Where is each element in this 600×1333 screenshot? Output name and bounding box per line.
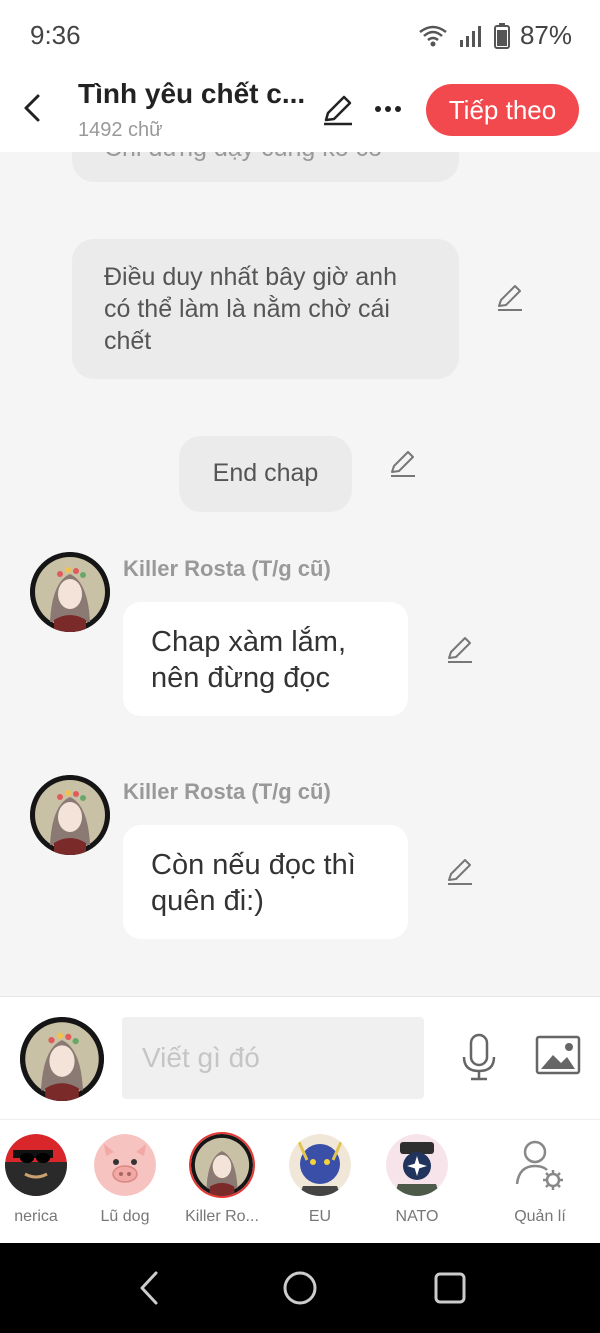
image-icon [535, 1035, 581, 1075]
system-navigation-bar [0, 1243, 600, 1333]
word-count: 1492 chữ [78, 119, 163, 141]
partial-narration-text: Chỉ đứng dậy cũng ko có [104, 152, 382, 164]
status-bar: 9:36 87% [0, 0, 600, 70]
edit-message-button[interactable] [444, 634, 476, 666]
battery-percent: 87% [519, 20, 572, 50]
end-chap-text: End chap [212, 459, 319, 487]
edit-message-button[interactable] [494, 282, 526, 314]
character-selector: nerica Lũ dog Killer Ro... EU NATO Quản … [0, 1119, 600, 1244]
avatar-illustration-icon [30, 775, 110, 855]
manage-icon-wrap [509, 1134, 571, 1196]
character-avatar [386, 1134, 448, 1196]
microphone-button[interactable] [459, 1033, 499, 1081]
battery-icon [493, 22, 510, 49]
character-label: Killer Ro... [185, 1208, 259, 1225]
character-label: Lũ dog [100, 1208, 150, 1225]
wifi-icon [418, 24, 448, 48]
end-chap-bubble[interactable]: End chap [179, 436, 352, 512]
pencil-icon [391, 451, 415, 477]
signal-icon [458, 24, 484, 48]
edit-title-button[interactable] [320, 92, 356, 128]
dialog-text: Chap xàm lắm, nên đừng đọc [151, 626, 347, 694]
sender-name: Killer Rosta (T/g cũ) [123, 779, 331, 804]
character-avatar [191, 1134, 253, 1196]
more-dots-icon [375, 106, 401, 112]
user-settings-icon [515, 1140, 563, 1190]
composer [0, 996, 600, 1119]
nato-character-icon [386, 1134, 448, 1196]
status-time: 9:36 [30, 20, 81, 50]
nav-recents-button[interactable] [434, 1272, 466, 1304]
character-item[interactable]: NATO [369, 1134, 465, 1226]
back-button[interactable] [14, 88, 50, 128]
eu-character-icon [289, 1134, 351, 1196]
partial-narration-bubble[interactable]: Chỉ đứng dậy cũng ko có [72, 152, 459, 182]
manage-characters-button[interactable]: Quản lí [492, 1134, 588, 1226]
character-label: NATO [395, 1208, 439, 1225]
pig-character-icon [94, 1134, 156, 1196]
nav-back-icon [140, 1271, 158, 1305]
chat-area[interactable]: Chỉ đứng dậy cũng ko có Điều duy nhất bâ… [0, 152, 600, 996]
dialog-bubble[interactable]: Còn nếu đọc thì quên đi:) [123, 825, 408, 939]
microphone-icon [462, 1033, 496, 1081]
status-icons: 87% [418, 20, 572, 51]
pencil-icon [448, 637, 472, 663]
character-label: Quản lí [514, 1208, 566, 1225]
sender-name: Killer Rosta (T/g cũ) [123, 556, 331, 581]
pencil-icon [448, 859, 472, 885]
america-character-icon [5, 1134, 67, 1196]
nav-recents-icon [434, 1272, 466, 1304]
next-button[interactable]: Tiếp theo [426, 84, 579, 136]
narration-bubble[interactable]: Điều duy nhất bây giờ anh có thể làm là … [72, 239, 459, 379]
character-item-selected[interactable]: Killer Ro... [174, 1134, 270, 1226]
editor-header: Tình yêu chết c... 1492 chữ Tiếp theo [0, 70, 600, 152]
pencil-icon [498, 285, 522, 311]
nav-home-icon [283, 1271, 317, 1305]
narration-text: Điều duy nhất bây giờ anh có thể làm là … [104, 263, 397, 355]
character-avatar [5, 1134, 67, 1196]
character-label: nerica [14, 1208, 58, 1225]
edit-message-button[interactable] [387, 448, 419, 480]
avatar-illustration-icon [30, 552, 110, 632]
character-item[interactable]: EU [272, 1134, 368, 1226]
more-options-button[interactable] [372, 94, 404, 124]
character-item[interactable]: Lũ dog [77, 1134, 173, 1226]
character-label: EU [308, 1208, 332, 1225]
image-button[interactable] [535, 1035, 581, 1077]
current-character-avatar[interactable] [20, 1017, 104, 1101]
avatar[interactable] [30, 775, 110, 855]
dialog-text: Còn nếu đọc thì quên đi:) [151, 849, 356, 917]
dialog-bubble[interactable]: Chap xàm lắm, nên đừng đọc [123, 602, 408, 716]
edit-message-button[interactable] [444, 856, 476, 888]
avatar-illustration-icon [20, 1017, 104, 1101]
avatar[interactable] [30, 552, 110, 632]
avatar-illustration-icon [191, 1134, 253, 1196]
pencil-icon [324, 95, 352, 126]
character-item[interactable]: nerica [0, 1134, 84, 1226]
message-input[interactable] [122, 1017, 424, 1099]
story-title: Tình yêu chết c... [78, 78, 306, 109]
back-arrow-icon [24, 94, 40, 122]
character-avatar [289, 1134, 351, 1196]
character-avatar [94, 1134, 156, 1196]
nav-back-button[interactable] [134, 1269, 166, 1307]
nav-home-button[interactable] [282, 1270, 318, 1306]
